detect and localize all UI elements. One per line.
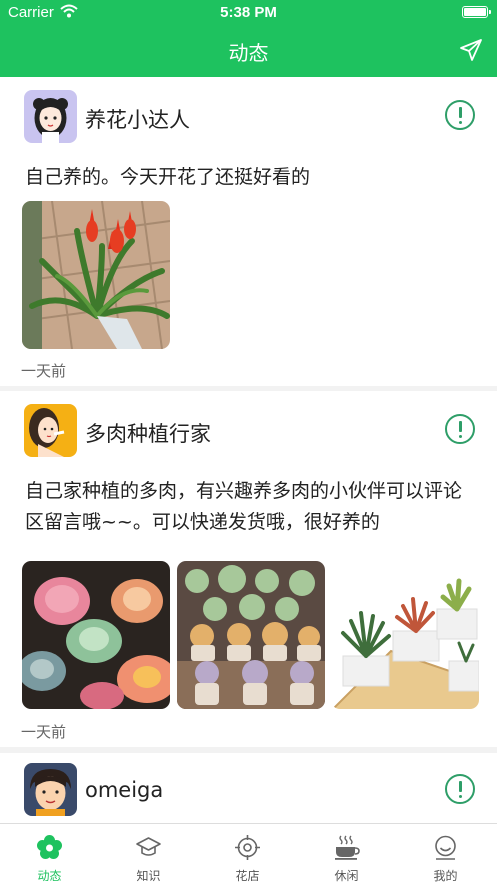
- post-photo[interactable]: [177, 561, 325, 709]
- post-card[interactable]: 多肉种植行家 自己家种植的多肉，有兴趣养多肉的小伙伴可以评论区留言哦~~。可以快…: [0, 391, 497, 747]
- post-author[interactable]: 养花小达人: [85, 104, 190, 134]
- tab-flower-shop[interactable]: 花店: [198, 824, 297, 883]
- post-content: 自己养的。今天开花了还挺好看的: [25, 166, 311, 188]
- post-content: 自己家种植的多肉，有兴趣养多肉的小伙伴可以评论区留言哦~~。可以快递发货哦，很好…: [25, 480, 463, 533]
- status-time: 5:38 PM: [220, 4, 277, 21]
- report-icon[interactable]: [445, 774, 475, 804]
- tab-label: 花店: [235, 869, 260, 883]
- post-photo[interactable]: [22, 201, 170, 349]
- tab-dynamics[interactable]: 动态: [0, 824, 99, 883]
- target-icon: [235, 835, 260, 860]
- avatar[interactable]: [24, 90, 77, 143]
- flower-icon: [37, 835, 62, 859]
- tab-knowledge[interactable]: 知识: [99, 824, 198, 883]
- tab-leisure[interactable]: 休闲: [297, 824, 396, 883]
- status-bar: Carrier 5:38 PM: [0, 0, 497, 26]
- tab-mine[interactable]: 我的: [396, 824, 495, 883]
- tab-label: 动态: [37, 869, 62, 883]
- post-timestamp: 一天前: [21, 723, 67, 741]
- avatar[interactable]: [24, 404, 77, 457]
- post-author[interactable]: 多肉种植行家: [85, 418, 211, 448]
- avatar[interactable]: [24, 763, 77, 816]
- smiley-icon: [435, 835, 456, 860]
- tab-label: 我的: [433, 869, 458, 883]
- page-title: 动态: [228, 41, 269, 65]
- post-photo[interactable]: [331, 561, 479, 709]
- nav-header: Carrier 5:38 PM 动态: [0, 0, 497, 77]
- send-icon[interactable]: [459, 38, 483, 62]
- tab-label: 知识: [136, 869, 161, 883]
- tab-bar: 动态 知识 花店 休闲 我的: [0, 823, 497, 883]
- graduation-cap-icon: [136, 837, 161, 856]
- post-photo[interactable]: [22, 561, 170, 709]
- feed-list[interactable]: 养花小达人 自己养的。今天开花了还挺好看的 一天前 多肉种植行家 自己家种植的多…: [0, 77, 497, 823]
- battery-icon: [462, 6, 491, 18]
- post-card[interactable]: omeiga: [0, 753, 497, 823]
- report-icon[interactable]: [445, 414, 475, 444]
- post-author[interactable]: omeiga: [85, 778, 163, 802]
- post-timestamp: 一天前: [21, 362, 67, 380]
- coffee-cup-icon: [335, 835, 360, 860]
- report-icon[interactable]: [445, 100, 475, 130]
- post-card[interactable]: 养花小达人 自己养的。今天开花了还挺好看的 一天前: [0, 77, 497, 386]
- tab-label: 休闲: [334, 869, 359, 883]
